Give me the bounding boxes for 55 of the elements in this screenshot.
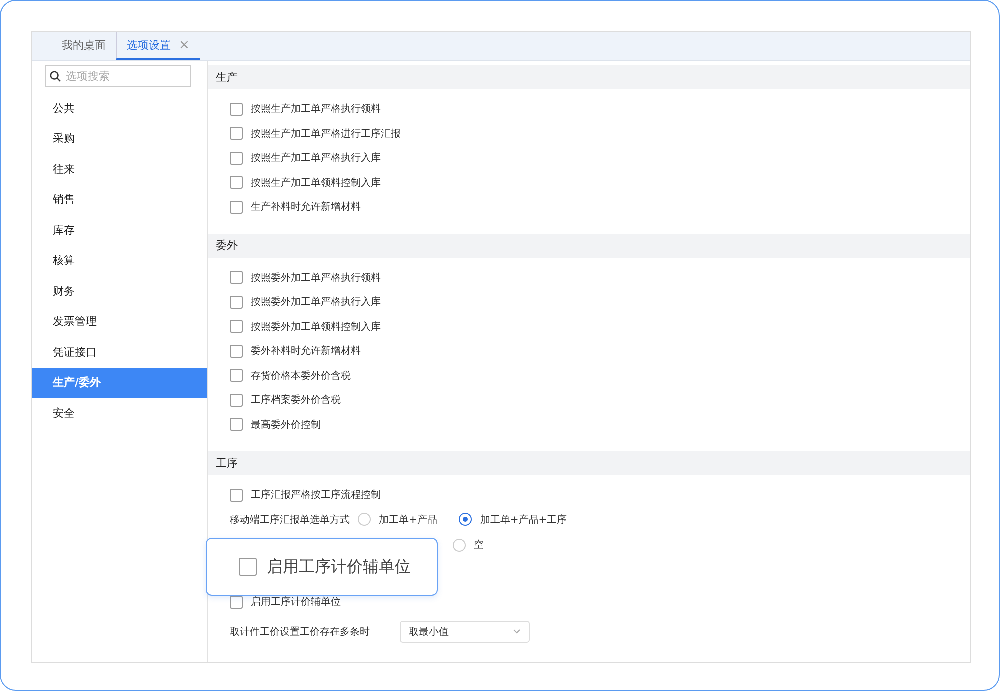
checkbox[interactable] xyxy=(230,102,243,116)
sidebar-item[interactable]: 销售 xyxy=(32,184,207,215)
option-label: 生产补料时允许新增材料 xyxy=(251,200,361,214)
option-label: 最高委外价控制 xyxy=(251,418,321,432)
search-field[interactable]: 选项搜索 xyxy=(45,65,191,87)
sidebar-item[interactable]: 安全 xyxy=(32,398,207,428)
chevron-down-icon xyxy=(513,629,521,634)
sidebar-item[interactable]: 核算 xyxy=(32,246,207,276)
checkbox[interactable] xyxy=(230,418,243,432)
option-label: 启用工序计价辅单位 xyxy=(267,556,411,578)
sidebar-item[interactable]: 生产/委外 xyxy=(32,368,207,398)
option-label: 按照委外加工单领料控制入库 xyxy=(251,320,381,334)
option-label: 按照生产加工单严格进行工序汇报 xyxy=(251,128,401,141)
tab[interactable]: 选项设置 × xyxy=(116,32,200,60)
dropdown[interactable]: 取最小值 xyxy=(400,620,530,642)
option-label: 取计件工价设置工价存在多条时 xyxy=(230,626,370,638)
sidebar-item[interactable]: 库存 xyxy=(32,215,207,246)
option-label: 移动端工序汇报单选单方式 xyxy=(230,514,350,527)
option-label: 启用工序计价辅单位 xyxy=(251,596,341,610)
radio-label: 加工单+产品+工序 xyxy=(480,514,568,527)
option-label: 按照生产加工单严格执行入库 xyxy=(251,152,381,166)
checkbox[interactable] xyxy=(230,394,243,407)
section-header: 委外 xyxy=(208,234,970,258)
sidebar-item[interactable]: 发票管理 xyxy=(32,306,207,337)
option-label: 工序档案委外价含税 xyxy=(251,394,341,408)
checkbox[interactable] xyxy=(230,152,243,165)
sidebar-item[interactable]: 凭证接口 xyxy=(32,337,207,368)
option-label: 按照生产加工单领料控制入库 xyxy=(251,176,381,190)
checkbox[interactable] xyxy=(230,127,243,140)
option-label: 按照生产加工单严格执行领料 xyxy=(251,102,381,116)
checkbox[interactable] xyxy=(230,271,243,284)
checkbox[interactable] xyxy=(230,176,243,190)
option-label: 委外补料时允许新增材料 xyxy=(251,344,361,358)
checkbox[interactable] xyxy=(230,369,243,382)
option-label: 存货价格本委外价含税 xyxy=(251,370,351,383)
checkbox[interactable] xyxy=(230,320,243,334)
search-icon xyxy=(50,71,61,82)
radio-label: 空 xyxy=(474,538,484,552)
radio-label: 加工单+产品 xyxy=(379,514,438,527)
sidebar-item[interactable]: 采购 xyxy=(32,124,207,154)
section-header: 工序 xyxy=(208,451,970,475)
sidebar-item[interactable]: 往来 xyxy=(32,154,207,184)
checkbox[interactable] xyxy=(230,296,243,309)
checkbox[interactable] xyxy=(230,344,243,358)
option-label: 工序汇报严格按工序流程控制 xyxy=(251,488,381,502)
option-label: 按照委外加工单严格执行领料 xyxy=(251,272,381,285)
radio-button[interactable] xyxy=(459,513,472,526)
tab[interactable]: 我的桌面 xyxy=(52,32,116,60)
checkbox[interactable] xyxy=(230,488,243,502)
sidebar-item[interactable]: 公共 xyxy=(32,93,207,124)
checkbox[interactable] xyxy=(230,200,243,214)
section-header: 生产 xyxy=(208,65,970,89)
checkbox[interactable] xyxy=(230,596,243,609)
sidebar-item[interactable]: 财务 xyxy=(32,276,207,306)
option-label: 按照委外加工单严格执行入库 xyxy=(251,296,381,310)
